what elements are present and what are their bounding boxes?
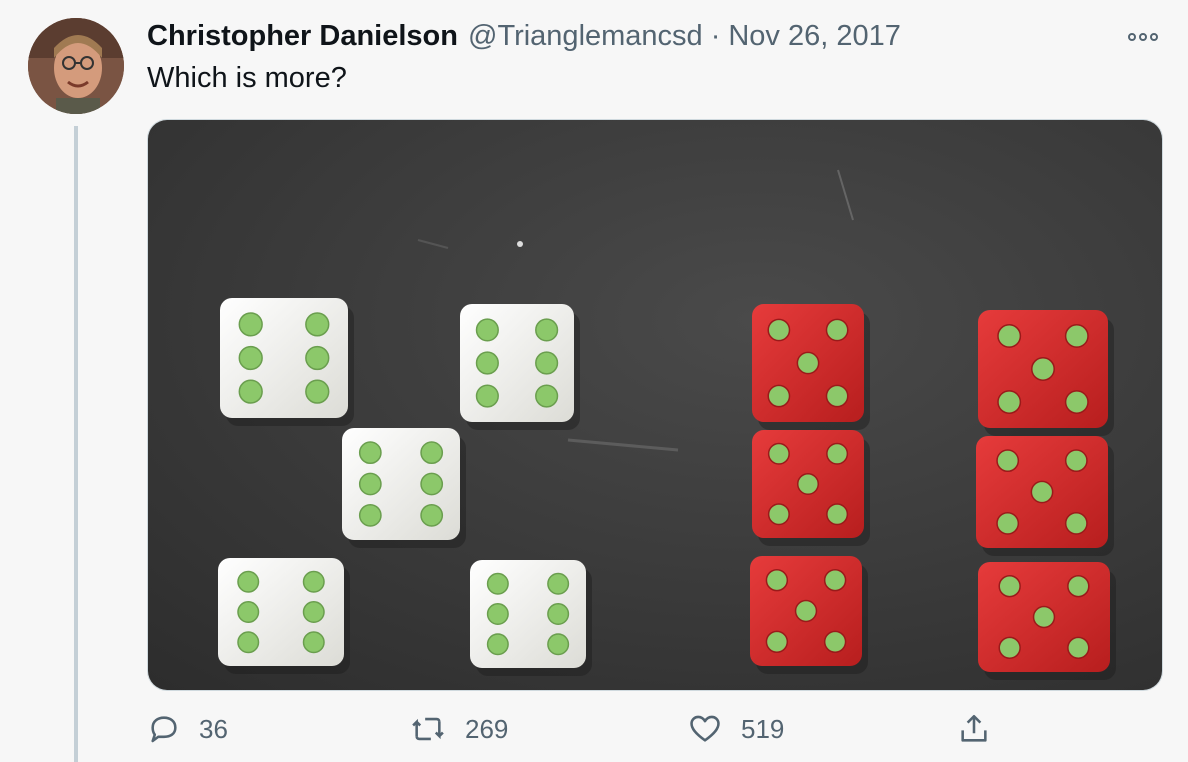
author-handle[interactable]: @Trianglemancsd (468, 20, 703, 53)
die-pip (1067, 575, 1090, 598)
die-pip (535, 318, 559, 342)
tweet-text: Which is more? (147, 62, 347, 94)
share-button[interactable] (957, 712, 991, 746)
die-pip (535, 384, 559, 408)
white-die-5 (470, 560, 592, 676)
thread-line (74, 126, 78, 762)
die-pip (420, 503, 444, 527)
die-pip (237, 570, 260, 593)
die-pip (996, 449, 1020, 473)
die-pip (302, 631, 325, 654)
die-pip (823, 630, 847, 653)
red-die-3 (752, 430, 870, 546)
die-pip (796, 351, 820, 375)
die-pip (358, 503, 382, 527)
die-pip (794, 599, 818, 623)
avatar-photo (28, 18, 124, 114)
die-pip (1064, 511, 1088, 535)
die-pip (305, 345, 330, 371)
die-pip (796, 472, 820, 496)
die-pip (486, 602, 509, 626)
die-pip (238, 345, 263, 371)
red-die-1 (752, 304, 870, 430)
die-pip (238, 379, 263, 404)
die-pip (420, 441, 444, 465)
author-name[interactable]: Christopher Danielson (147, 20, 458, 53)
retweet-button[interactable]: 269 (409, 712, 508, 746)
reply-icon (151, 716, 177, 743)
die-pip (486, 633, 509, 656)
more-dot-icon (1128, 33, 1136, 41)
dice-photo (148, 120, 1162, 690)
more-dot-icon (1139, 33, 1147, 41)
die-pip (305, 379, 330, 404)
die-pip (547, 602, 570, 626)
tweet-actions: 36 269 519 (147, 712, 1007, 752)
die-pip (998, 636, 1021, 659)
die-pip (1064, 390, 1089, 415)
die-pip (997, 324, 1022, 348)
die-pip (486, 572, 509, 595)
die-pip (998, 575, 1021, 598)
white-die-2 (460, 304, 580, 430)
die-pip (475, 384, 499, 408)
retweet-icon (412, 717, 444, 741)
die-pip (547, 633, 570, 656)
like-count: 519 (741, 713, 785, 744)
white-die-1 (220, 298, 354, 426)
die-pip (997, 390, 1022, 415)
share-icon (961, 714, 987, 742)
die-pip (302, 570, 325, 593)
die-pip (358, 472, 382, 496)
header-separator: · (710, 20, 721, 52)
like-button[interactable]: 519 (687, 712, 784, 746)
more-dot-icon (1150, 33, 1158, 41)
die-pip (767, 503, 790, 526)
author-avatar[interactable] (28, 18, 124, 114)
die-pip (420, 472, 444, 496)
die-pip (1031, 357, 1055, 381)
die-pip (823, 569, 847, 592)
die-pip (475, 318, 499, 342)
heart-icon (690, 715, 720, 742)
die-pip (237, 600, 260, 624)
reply-count: 36 (199, 713, 228, 744)
die-pip (305, 312, 330, 337)
die-pip (547, 572, 570, 595)
retweet-count: 269 (465, 713, 509, 744)
die-pip (826, 442, 849, 465)
red-die-2 (978, 310, 1114, 436)
die-pip (358, 441, 382, 465)
die-pip (1064, 449, 1088, 473)
die-pip (826, 503, 849, 526)
die-pip (1067, 636, 1090, 659)
tweet-media-photo[interactable] (147, 119, 1163, 691)
red-die-6 (978, 562, 1116, 680)
die-pip (767, 442, 790, 465)
die-pip (1032, 605, 1056, 629)
red-die-4 (976, 436, 1114, 556)
tweet-header: Christopher Danielson @Trianglemancsd · … (147, 20, 901, 56)
die-pip (238, 312, 263, 337)
more-options-button[interactable] (1128, 30, 1162, 44)
reply-button[interactable]: 36 (147, 712, 228, 746)
die-pip (302, 600, 325, 624)
red-die-5 (750, 556, 868, 674)
die-pip (825, 384, 849, 408)
die-pip (825, 318, 849, 342)
die-pip (765, 630, 789, 653)
die-pip (475, 351, 499, 375)
die-pip (996, 511, 1020, 535)
die-pip (765, 569, 789, 592)
die-pip (1064, 324, 1089, 348)
tweet-date[interactable]: Nov 26, 2017 (728, 20, 901, 53)
die-pip (1030, 480, 1054, 504)
white-die-3 (342, 428, 466, 548)
die-pip (767, 384, 791, 408)
die-pip (535, 351, 559, 375)
white-die-4 (218, 558, 350, 674)
die-pip (767, 318, 791, 342)
die-pip (237, 631, 260, 654)
